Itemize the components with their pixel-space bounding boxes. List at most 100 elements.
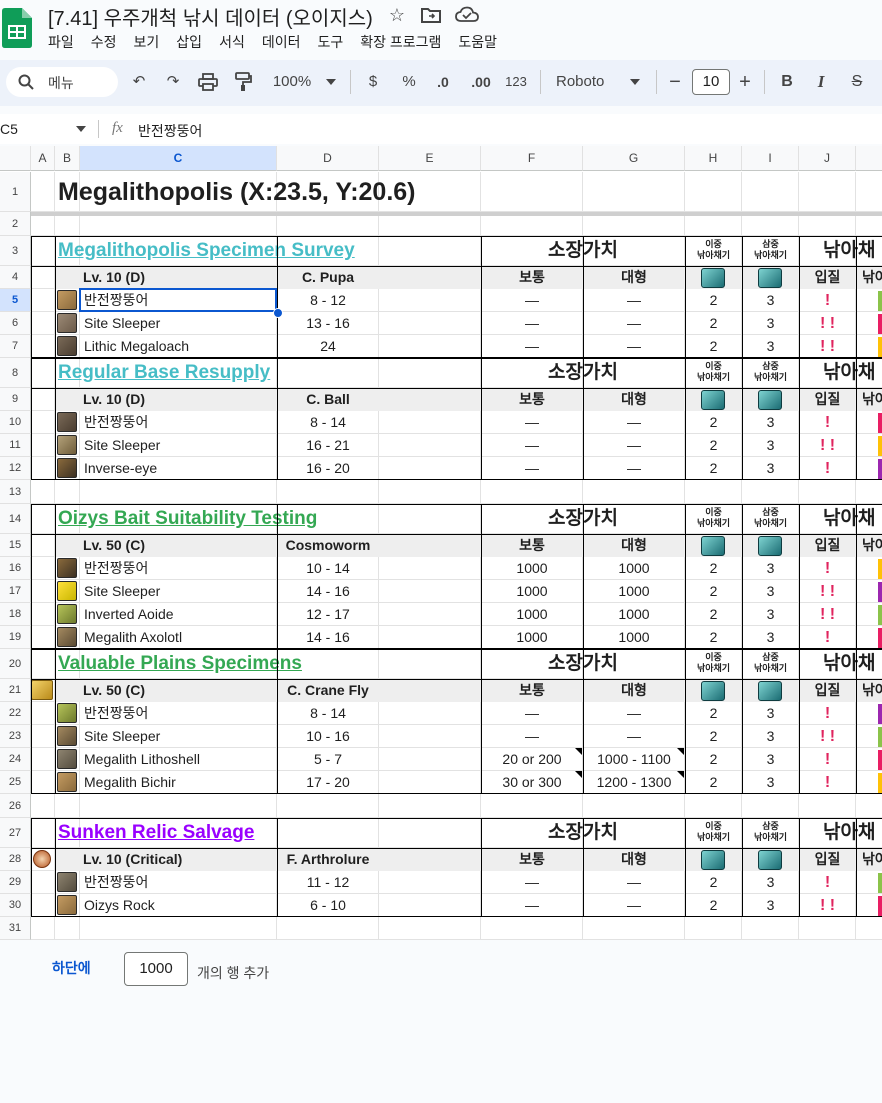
fish-name[interactable]: Oizys Rock [80,894,277,917]
section-title[interactable]: Oizys Bait Suitability Testing [55,504,379,534]
row-header[interactable]: 18 [0,603,31,626]
chevron-down-icon[interactable] [630,79,640,85]
menu-data[interactable]: 데이터 [262,32,309,52]
font-family-select[interactable]: Roboto [556,69,612,95]
menu-file[interactable]: 파일 [48,32,82,52]
chevron-down-icon[interactable] [326,79,336,85]
menu-help[interactable]: 도움말 [458,32,505,52]
select-all-corner[interactable] [0,146,31,171]
row-header[interactable]: 19 [0,626,31,649]
row-header[interactable]: 8 [0,358,31,388]
fish-name[interactable]: Inverted Aoide [80,603,277,626]
row-header[interactable]: 22 [0,702,31,725]
row-header[interactable]: 3 [0,236,31,266]
row-header[interactable]: 7 [0,335,31,358]
fish-name[interactable]: Site Sleeper [80,725,277,748]
zoom-select[interactable]: 100% [268,69,316,95]
row-header[interactable]: 2 [0,212,31,236]
fish-name[interactable]: Site Sleeper [80,580,277,603]
font-size-decrease-button[interactable]: − [664,69,686,95]
undo-icon[interactable]: ↶ [128,69,150,95]
row-header[interactable]: 9 [0,388,31,411]
menu-view[interactable]: 보기 [134,32,168,52]
section-title[interactable]: Sunken Relic Salvage [55,818,379,848]
row-header[interactable]: 29 [0,871,31,894]
row-header[interactable]: 5 [0,289,31,312]
row-header[interactable]: 28 [0,848,31,871]
row-header[interactable]: 24 [0,748,31,771]
column-header-b[interactable]: B [55,146,80,171]
row-header[interactable]: 31 [0,917,31,940]
star-icon[interactable]: ☆ [386,4,408,26]
print-icon[interactable] [198,73,218,91]
strikethrough-button[interactable]: S [846,69,868,95]
row-header[interactable]: 15 [0,534,31,557]
move-folder-icon[interactable] [420,6,442,24]
row-header[interactable]: 6 [0,312,31,335]
fish-name[interactable]: 반전짱뚱어 [80,557,277,580]
increase-decimal-button[interactable]: .00 [466,69,496,95]
fish-name[interactable]: 반전짱뚱어 [80,411,277,434]
menu-format[interactable]: 서식 [219,32,253,52]
row-header[interactable]: 26 [0,794,31,818]
row-header[interactable]: 14 [0,504,31,534]
row-header[interactable]: 12 [0,457,31,480]
number-format-button[interactable]: 123 [502,69,530,95]
column-header-g[interactable]: G [583,146,685,171]
bold-button[interactable]: B [776,69,798,95]
fish-name[interactable]: Site Sleeper [80,434,277,457]
menu-extensions[interactable]: 확장 프로그램 [360,32,449,52]
name-box[interactable]: C5 [0,121,18,137]
column-header-d[interactable]: D [277,146,379,171]
italic-button[interactable]: I [810,69,832,95]
decrease-decimal-button[interactable]: .0 [430,69,456,95]
add-rows-count-input[interactable]: 1000 [124,952,188,986]
selected-cell-outline[interactable] [79,288,277,312]
menu-search-box[interactable]: 메뉴 [6,67,118,97]
column-header-f[interactable]: F [481,146,583,171]
section-title[interactable]: Megalithopolis Specimen Survey [55,236,379,266]
row-header[interactable]: 16 [0,557,31,580]
row-header[interactable]: 20 [0,649,31,679]
fish-name[interactable]: 반전짱뚱어 [80,871,277,894]
row-header[interactable]: 4 [0,266,31,289]
menu-edit[interactable]: 수정 [91,32,125,52]
menu-insert[interactable]: 삽입 [176,32,210,52]
spreadsheet-grid[interactable]: A B C D E F G H I J 1 2 3 4 5 6 7 8 9 10 11 12 13 14 15 16 17 18 19 2… [0,146,882,940]
column-header-c[interactable]: C [80,146,277,171]
row-header[interactable]: 10 [0,411,31,434]
percent-format-button[interactable]: % [398,69,420,95]
row-header[interactable]: 27 [0,818,31,848]
currency-format-button[interactable]: $ [362,69,384,95]
menu-tools[interactable]: 도구 [317,32,351,52]
fish-name[interactable]: Megalith Axolotl [80,626,277,649]
font-size-input[interactable]: 10 [692,69,730,95]
row-header[interactable]: 25 [0,771,31,794]
add-rows-button[interactable]: 하단에 [52,958,91,978]
fish-name[interactable]: Megalith Lithoshell [80,748,277,771]
row-header[interactable]: 30 [0,894,31,917]
fish-name[interactable]: Site Sleeper [80,312,277,335]
row-header[interactable]: 17 [0,580,31,603]
font-size-increase-button[interactable]: + [734,69,756,95]
column-header-k[interactable] [856,146,882,171]
fish-name[interactable]: 반전짱뚱어 [80,702,277,725]
fish-name[interactable]: Inverse-eye [80,457,277,480]
chevron-down-icon[interactable] [76,126,86,132]
sheets-logo-icon[interactable] [2,8,32,48]
column-header-h[interactable]: H [685,146,742,171]
row-header[interactable]: 21 [0,679,31,702]
fish-name[interactable]: Lithic Megaloach [80,335,277,358]
section-title[interactable]: Valuable Plains Specimens [55,649,379,679]
section-title[interactable]: Regular Base Resupply [55,358,379,388]
row-header[interactable]: 13 [0,480,31,504]
row-header[interactable]: 23 [0,725,31,748]
column-header-e[interactable]: E [379,146,481,171]
column-header-a[interactable]: A [31,146,55,171]
formula-input[interactable]: 반전짱뚱어 [138,121,202,141]
row-header[interactable]: 1 [0,172,31,212]
row-header[interactable]: 11 [0,434,31,457]
fill-handle[interactable] [273,308,283,318]
redo-icon[interactable]: ↷ [162,69,184,95]
column-header-i[interactable]: I [742,146,799,171]
